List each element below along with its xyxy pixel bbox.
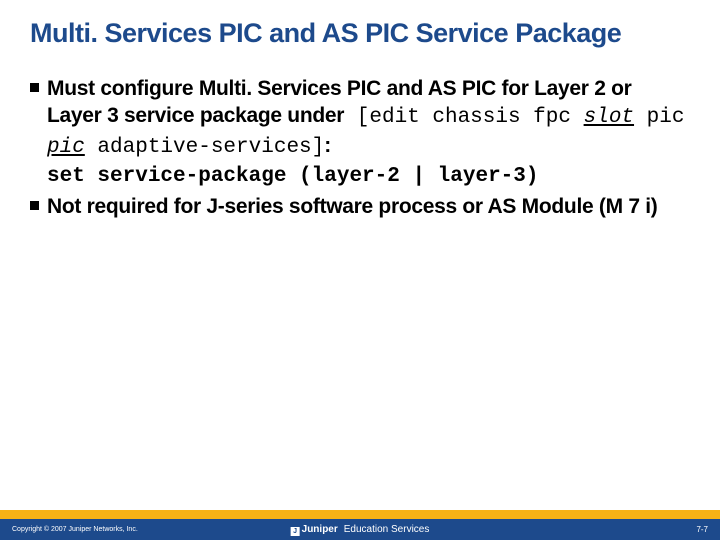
accent-bar [0,510,720,519]
footer-brand: J Juniper Education Services [291,524,430,535]
bullet-icon [30,83,39,92]
page-number: 7-7 [696,525,708,534]
slide-footer: Copyright © 2007 Juniper Networks, Inc. … [0,510,720,540]
copyright-text: Copyright © 2007 Juniper Networks, Inc. [0,526,138,533]
juniper-logo-icon: J Juniper [291,524,338,535]
slide-title: Multi. Services PIC and AS PIC Service P… [0,0,720,57]
bullet-text: Not required for J-series software proce… [47,193,690,220]
bullet-text: Must configure Multi. Services PIC and A… [47,75,690,190]
education-services-label: Education Services [344,524,430,535]
footer-bar: Copyright © 2007 Juniper Networks, Inc. … [0,519,720,540]
bullet-item: Not required for J-series software proce… [30,193,690,220]
bullet-icon [30,201,39,210]
bullet-item: Must configure Multi. Services PIC and A… [30,75,690,190]
slide-content: Must configure Multi. Services PIC and A… [0,57,720,220]
